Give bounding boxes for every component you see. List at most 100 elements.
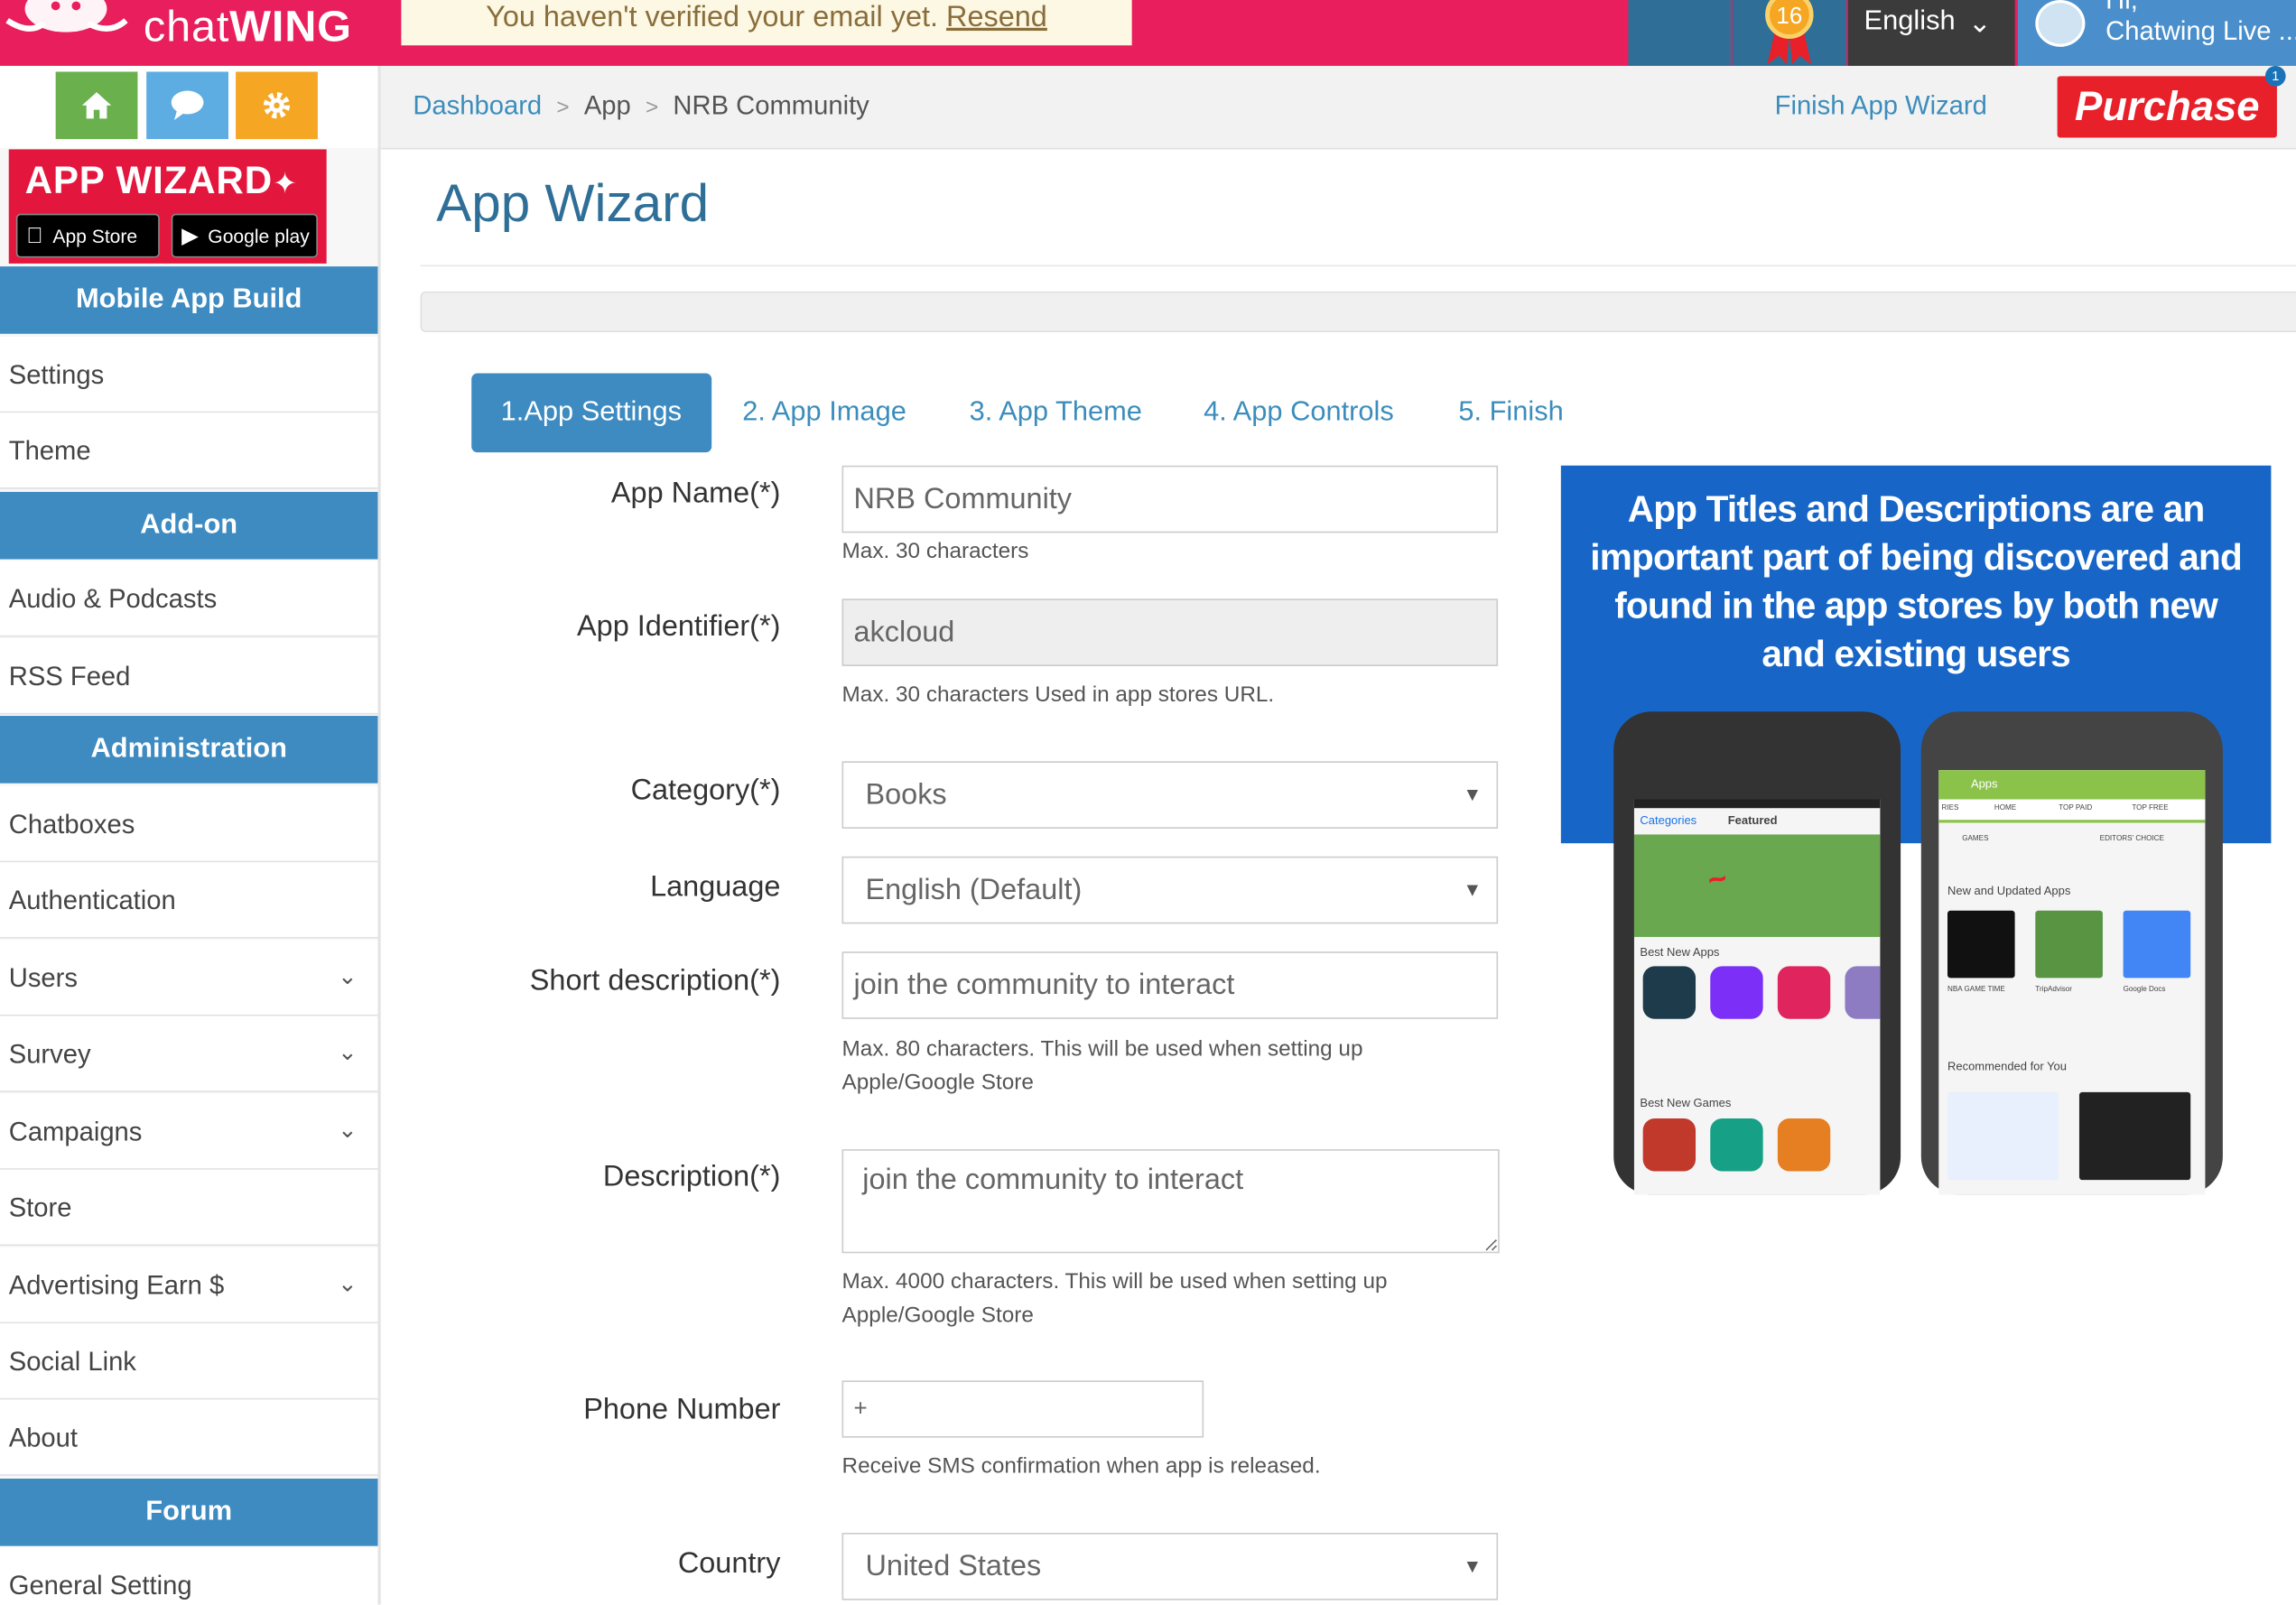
sidebar-item-general-setting[interactable]: General Setting — [0, 1547, 378, 1605]
android-app-label: NBA GAME TIME — [1947, 985, 2005, 995]
android-app-label: Google Docs — [2123, 985, 2166, 995]
ios-section-best-new-apps: Best New Apps — [1640, 945, 1720, 960]
title-divider — [420, 264, 2296, 267]
app-store-promo-image: App Titles and Descriptions are an impor… — [1560, 465, 2272, 1195]
sidebar-item-rss-feed[interactable]: RSS Feed — [0, 638, 378, 715]
sidebar-item-campaigns[interactable]: Campaigns ⌄ — [0, 1093, 378, 1170]
sidebar-item-audio-podcasts[interactable]: Audio & Podcasts — [0, 561, 378, 637]
category-select[interactable]: Books ▼ — [841, 761, 1499, 829]
home-icon — [81, 92, 112, 119]
chevron-down-icon: ⌄ — [337, 1118, 358, 1144]
sidebar-item-settings[interactable]: Settings — [0, 337, 378, 413]
email-verify-notice: You haven't verified your email yet. Res… — [401, 0, 1132, 46]
short-description-label: Short description(*) — [529, 964, 781, 997]
featured-game-banner: ~ — [1633, 834, 1881, 937]
category-label: Category(*) — [630, 774, 781, 807]
user-greeting: Hi, — [2105, 0, 2138, 15]
sidebar-item-authentication[interactable]: Authentication — [0, 862, 378, 939]
android-tabs: RIES HOME TOP PAID TOP FREE — [1938, 799, 2206, 823]
app-wizard-banner[interactable]: APP WIZARD✦ App Store ▶Google play — [8, 149, 327, 264]
language-select[interactable]: English (Default) ▼ — [841, 856, 1499, 924]
dropdown-caret-icon: ▼ — [1463, 1554, 1483, 1577]
logo-wordmark: chatWING — [143, 3, 352, 51]
app-name-input[interactable]: NRB Community — [841, 465, 1499, 533]
breadcrumb-separator-icon: > — [556, 95, 570, 120]
chevron-down-icon: ⌄ — [337, 964, 358, 990]
ios-tab-categories: Categories — [1640, 813, 1697, 828]
breadcrumb: Dashboard > App > NRB Community — [413, 91, 869, 122]
app-icon — [1947, 1091, 2059, 1181]
sidebar-icon-row — [0, 65, 378, 148]
section-add-on: Add-on — [0, 491, 378, 560]
resend-link[interactable]: Resend — [946, 2, 1047, 34]
tab-app-theme[interactable]: 3. App Theme — [970, 374, 1142, 453]
app-identifier-label: App Identifier(*) — [577, 610, 781, 643]
android-section-recommended: Recommended for You — [1947, 1060, 2067, 1073]
section-mobile-app-build: Mobile App Build — [0, 266, 378, 334]
wizard-progress-bar — [420, 291, 2296, 333]
language-label: Language — [650, 870, 781, 904]
chevron-down-icon: ⌄ — [337, 1041, 358, 1066]
app-icon — [1710, 966, 1763, 1019]
short-description-input[interactable]: join the community to interact — [841, 951, 1499, 1019]
google-play-badge[interactable]: ▶ Google play — [171, 213, 318, 258]
section-forum: Forum — [0, 1479, 378, 1546]
app-icon — [1710, 1118, 1763, 1172]
app-icon — [1777, 1118, 1831, 1172]
breadcrumb-dashboard[interactable]: Dashboard — [413, 91, 542, 120]
chat-button[interactable] — [146, 71, 229, 140]
avatar — [2035, 0, 2086, 47]
tab-app-controls[interactable]: 4. App Controls — [1204, 374, 1394, 453]
app-identifier-input: akcloud — [841, 598, 1499, 666]
phone-number-input[interactable]: + — [841, 1380, 1204, 1438]
sidebar-item-advertising[interactable]: Advertising Earn $ ⌄ — [0, 1247, 378, 1324]
language-value: English (Default) — [865, 874, 1083, 906]
android-chip-editors: EDITORS' CHOICE — [2099, 834, 2164, 844]
category-value: Books — [865, 778, 947, 812]
home-button[interactable] — [55, 71, 138, 140]
page-title: App Wizard — [436, 172, 710, 233]
ios-section-best-new-games: Best New Games — [1640, 1096, 1732, 1110]
app-name-label: App Name(*) — [610, 477, 781, 510]
sidebar-item-users[interactable]: Users ⌄ — [0, 940, 378, 1016]
chevron-down-icon: ⌄ — [1967, 8, 1992, 40]
app-store-badge[interactable]: App Store — [15, 213, 160, 258]
android-chip-games: GAMES — [1962, 834, 1989, 844]
settings-button[interactable] — [236, 71, 318, 140]
medal-count: 16 — [1776, 4, 1802, 29]
android-header-label: Apps — [1970, 777, 1998, 791]
sidebar-item-social-link[interactable]: Social Link — [0, 1323, 378, 1400]
sidebar-item-theme[interactable]: Theme — [0, 413, 378, 489]
breadcrumb-bar: Dashboard > App > NRB Community Finish App W… — [380, 65, 2296, 150]
magic-wand-icon: ✦ — [272, 168, 298, 201]
tab-app-settings[interactable]: 1.App Settings — [471, 373, 711, 453]
android-app-bar: Apps — [1938, 770, 2206, 800]
featured-game-art: ~ — [1703, 858, 1730, 899]
breadcrumb-app[interactable]: App — [584, 91, 631, 120]
iphone-mockup: Categories Featured ~ Best New Apps Best… — [1613, 711, 1901, 1195]
app-name-help: Max. 30 characters — [841, 538, 1029, 564]
language-dropdown[interactable]: English ⌄ — [1847, 0, 2015, 66]
description-textarea[interactable]: join the community to interact — [841, 1149, 1500, 1254]
sidebar-item-chatboxes[interactable]: Chatboxes — [0, 785, 378, 863]
android-tab: HOME — [1994, 803, 2017, 813]
country-select[interactable]: United States ▼ — [841, 1533, 1499, 1600]
sidebar-item-store[interactable]: Store — [0, 1169, 378, 1247]
user-menu[interactable]: Hi, Chatwing Live ... — [2017, 0, 2296, 66]
dropdown-caret-icon: ▼ — [1463, 878, 1483, 901]
app-icon — [1845, 966, 1881, 1019]
chatwing-logo[interactable]: chatWING — [0, 0, 400, 66]
description-help: Max. 4000 characters. This will be used … — [841, 1269, 1388, 1328]
country-label: Country — [677, 1547, 781, 1580]
achievement-medal[interactable]: 16 — [1732, 0, 1847, 66]
app-icon — [1777, 966, 1831, 1019]
finish-app-wizard-link[interactable]: Finish App Wizard — [1775, 91, 1987, 122]
sidebar-item-survey[interactable]: Survey ⌄ — [0, 1016, 378, 1092]
tab-finish[interactable]: 5. Finish — [1458, 374, 1563, 453]
android-mockup: Apps RIES HOME TOP PAID TOP FREE GAMES E… — [1920, 711, 2223, 1195]
app-wizard-title: APP WIZARD✦ — [24, 158, 298, 202]
tab-app-image[interactable]: 2. App Image — [742, 374, 906, 453]
sidebar-item-about[interactable]: About — [0, 1399, 378, 1476]
play-icon: ▶ — [181, 224, 199, 249]
purchase-button[interactable]: Purchase — [2057, 76, 2277, 138]
